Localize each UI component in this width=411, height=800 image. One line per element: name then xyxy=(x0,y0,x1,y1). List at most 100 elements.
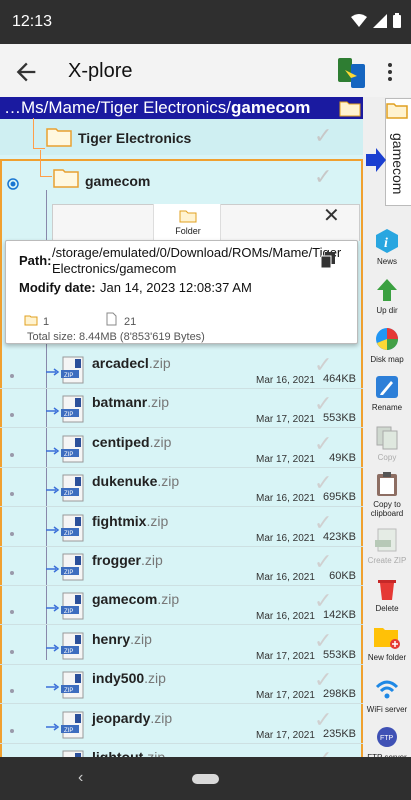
file-row[interactable]: ZIP dukenuke.zip Mar 16, 2021 695KB ✓ xyxy=(0,468,363,508)
file-name: arcadecl.zip xyxy=(92,355,171,371)
check-icon[interactable]: ✓ xyxy=(314,123,332,149)
file-name: centiped.zip xyxy=(92,433,172,450)
svg-text:ZIP: ZIP xyxy=(64,412,73,418)
selection-dot[interactable] xyxy=(10,452,14,457)
copy-icon[interactable] xyxy=(321,252,335,268)
nav-back-icon[interactable]: ‹ xyxy=(78,769,83,787)
wifi-icon xyxy=(363,675,411,703)
selection-dot[interactable] xyxy=(10,492,14,497)
check-icon[interactable]: ✓ xyxy=(314,164,332,190)
tool-delete[interactable]: Delete xyxy=(363,574,411,613)
clipboard-icon xyxy=(363,470,411,498)
path-prefix: …Ms/Mame/Tiger Electronics/ xyxy=(4,98,232,117)
tree-arrow-icon xyxy=(46,565,60,573)
file-row[interactable]: ZIP batmanr.zip Mar 17, 2021 553KB ✓ xyxy=(0,389,363,429)
svg-text:FTP: FTP xyxy=(380,735,394,742)
file-name: dukenuke.zip xyxy=(92,473,180,490)
file-size: 49KB xyxy=(329,451,356,464)
file-row[interactable]: ZIP indy500.zip Mar 17, 2021 298KB ✓ xyxy=(0,665,363,705)
tree-item-parent[interactable]: Tiger Electronics ✓ xyxy=(0,119,363,155)
folder-count: 1 xyxy=(43,316,50,328)
check-icon[interactable]: ✓ xyxy=(314,510,332,536)
nav-home-pill[interactable] xyxy=(192,774,219,784)
check-icon[interactable]: ✓ xyxy=(314,352,332,378)
file-row[interactable]: ZIP fightmix.zip Mar 16, 2021 423KB ✓ xyxy=(0,508,363,547)
tool-label: Create ZIP xyxy=(367,556,407,565)
check-icon[interactable]: ✓ xyxy=(314,549,332,575)
tool-label: New folder xyxy=(367,653,407,662)
file-icon xyxy=(106,312,117,326)
file-row[interactable]: ZIP frogger.zip Mar 16, 2021 60KB ✓ xyxy=(0,547,363,586)
tree-connector xyxy=(33,148,45,149)
tree-arrow-icon xyxy=(46,525,60,534)
tab-folder[interactable]: Folder xyxy=(153,204,221,241)
copy-icon xyxy=(363,423,411,451)
file-row[interactable]: ZIP jeopardy.zip Mar 17, 2021 235KB ✓ xyxy=(0,705,363,744)
check-icon[interactable]: ✓ xyxy=(314,588,332,614)
file-row[interactable]: ZIP centiped.zip Mar 17, 2021 49KB ✓ xyxy=(0,429,363,468)
tool-up-dir[interactable]: Up dir xyxy=(363,276,411,315)
info-icon: i xyxy=(363,227,411,255)
arrow-right-icon xyxy=(366,148,386,172)
zip-icon xyxy=(363,526,411,554)
selection-dot[interactable] xyxy=(10,689,14,694)
selection-dot[interactable] xyxy=(10,649,14,654)
svg-text:ZIP: ZIP xyxy=(64,570,73,576)
file-date: Mar 17, 2021 xyxy=(256,453,315,465)
file-row[interactable]: ZIP henry.zip Mar 17, 2021 553KB ✓ xyxy=(0,626,363,665)
path-current: gamecom xyxy=(231,98,311,117)
file-row[interactable]: ZIP gamecom.zip Mar 16, 2021 142KB ✓ xyxy=(0,586,363,626)
app-title: X-plore xyxy=(68,60,133,82)
file-row[interactable]: ZIP arcadecl.zip Mar 16, 2021 464KB ✓ xyxy=(0,350,363,389)
check-icon[interactable]: ✓ xyxy=(314,707,332,733)
check-icon[interactable]: ✓ xyxy=(314,431,332,457)
selection-dot[interactable] xyxy=(10,610,14,615)
folder-icon xyxy=(339,101,361,117)
selection-dot[interactable] xyxy=(10,531,14,536)
app-bar: X-plore xyxy=(0,44,411,100)
zip-file-icon: ZIP xyxy=(61,671,84,699)
close-icon[interactable]: ✕ xyxy=(323,203,341,228)
selection-dot[interactable] xyxy=(10,374,14,378)
svg-text:ZIP: ZIP xyxy=(64,649,73,655)
check-icon[interactable]: ✓ xyxy=(314,667,332,693)
tree-arrow-icon xyxy=(46,683,60,691)
tool-news[interactable]: i News xyxy=(363,227,411,266)
more-options-icon[interactable] xyxy=(380,58,400,86)
status-time: 12:13 xyxy=(12,13,53,30)
file-name: frogger.zip xyxy=(92,552,163,568)
battery-icon xyxy=(393,13,401,28)
radio-selected-icon[interactable] xyxy=(7,178,19,190)
selection-dot[interactable] xyxy=(10,571,14,575)
path-bar[interactable]: …Ms/Mame/Tiger Electronics/gamecom xyxy=(0,97,363,119)
check-icon[interactable]: ✓ xyxy=(314,391,332,417)
tree-arrow-icon xyxy=(46,447,60,455)
tool-wifi-server[interactable]: WiFi server xyxy=(363,675,411,714)
tool-create-zip[interactable]: Create ZIP xyxy=(363,526,411,565)
file-date: Mar 16, 2021 xyxy=(256,493,315,505)
tool-disk-map[interactable]: Disk map xyxy=(363,325,411,364)
zip-file-icon: ZIP xyxy=(61,474,84,502)
tree-item-label: Tiger Electronics xyxy=(78,130,192,146)
file-name: henry.zip xyxy=(92,630,152,647)
zip-file-icon: ZIP xyxy=(61,514,84,542)
file-size: 60KB xyxy=(329,570,356,582)
zip-file-icon: ZIP xyxy=(61,395,84,423)
tool-rename[interactable]: Rename xyxy=(363,373,411,412)
selection-dot[interactable] xyxy=(10,728,14,733)
check-icon[interactable]: ✓ xyxy=(314,628,332,654)
folder-icon xyxy=(53,169,79,188)
pie-chart-icon xyxy=(363,325,411,353)
trash-icon xyxy=(363,574,411,602)
folder-icon xyxy=(386,103,408,119)
back-arrow-icon[interactable] xyxy=(12,58,40,86)
xplore-logo-icon[interactable] xyxy=(337,56,367,90)
tool-label: Up dir xyxy=(376,306,398,315)
check-icon[interactable]: ✓ xyxy=(314,470,332,496)
tool-copy-to-clipboard[interactable]: Copy to clipboard xyxy=(363,470,411,518)
tool-copy[interactable]: Copy xyxy=(363,423,411,462)
tool-new-folder[interactable]: New folder xyxy=(363,623,411,662)
selection-dot[interactable] xyxy=(10,413,14,418)
tool-label: WiFi server xyxy=(366,705,408,714)
modify-date-label: Modify date: xyxy=(19,280,96,295)
